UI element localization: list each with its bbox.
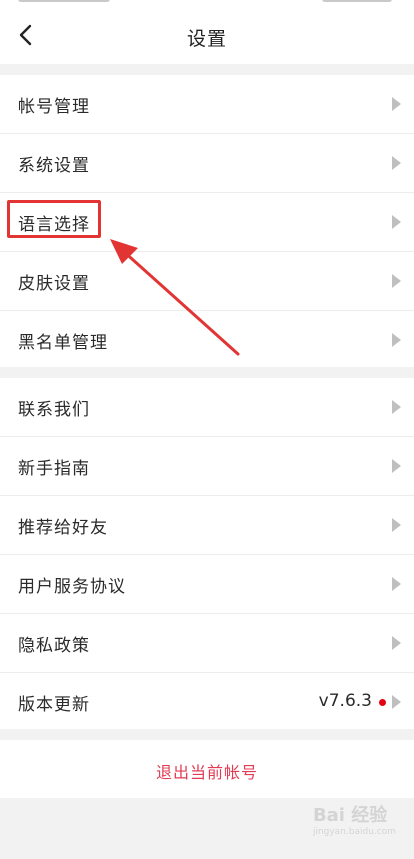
row-label: 推荐给好友: [18, 518, 108, 538]
chevron-right-icon: [392, 459, 401, 473]
row-beginner-guide[interactable]: 新手指南: [0, 437, 414, 496]
chevron-right-icon: [392, 695, 401, 709]
row-label: 隐私政策: [18, 636, 90, 656]
version-value: v7.6.3: [318, 691, 372, 711]
status-bar-icons: [322, 0, 392, 2]
annotation-arrow-icon: [110, 239, 240, 356]
row-system-settings[interactable]: 系统设置: [0, 134, 414, 193]
top-nav-bar: 设置: [0, 8, 414, 64]
update-badge-dot: [379, 699, 386, 706]
row-label: 黑名单管理: [18, 333, 108, 353]
chevron-right-icon: [392, 97, 401, 111]
row-account-management[interactable]: 帐号管理: [0, 75, 414, 134]
watermark-url: jingyan.baidu.com: [312, 827, 396, 837]
logout-button[interactable]: 退出当前帐号: [0, 740, 414, 798]
row-user-agreement[interactable]: 用户服务协议: [0, 555, 414, 614]
row-version-update[interactable]: 版本更新 v7.6.3: [0, 673, 414, 731]
chevron-right-icon: [392, 518, 401, 532]
chevron-right-icon: [392, 274, 401, 288]
watermark-brand: Bai 经验: [312, 805, 388, 826]
status-bar: [0, 0, 414, 8]
row-contact-us[interactable]: 联系我们: [0, 378, 414, 437]
baidu-jingyan-watermark: Bai 经验 jingyan.baidu.com: [313, 801, 396, 837]
row-label: 版本更新: [18, 695, 90, 715]
row-label: 系统设置: [18, 156, 90, 176]
chevron-right-icon: [392, 636, 401, 650]
row-label: 帐号管理: [18, 97, 90, 117]
chevron-right-icon: [392, 577, 401, 591]
status-bar-time: [18, 0, 110, 2]
row-recommend-friends[interactable]: 推荐给好友: [0, 496, 414, 555]
logout-label: 退出当前帐号: [155, 763, 258, 782]
annotation-highlight-box: [7, 200, 101, 238]
row-privacy-policy[interactable]: 隐私政策: [0, 614, 414, 673]
chevron-right-icon: [392, 156, 401, 170]
row-label: 皮肤设置: [18, 274, 90, 294]
page-title: 设置: [186, 28, 227, 50]
row-label: 用户服务协议: [18, 577, 126, 597]
chevron-right-icon: [392, 215, 401, 229]
chevron-right-icon: [392, 333, 401, 347]
settings-group-about: 联系我们 新手指南 推荐给好友 用户服务协议 隐私政策 版本更新 v7.6.3: [0, 378, 414, 729]
row-label: 新手指南: [18, 459, 90, 479]
chevron-right-icon: [392, 400, 401, 414]
row-label: 联系我们: [18, 400, 90, 420]
